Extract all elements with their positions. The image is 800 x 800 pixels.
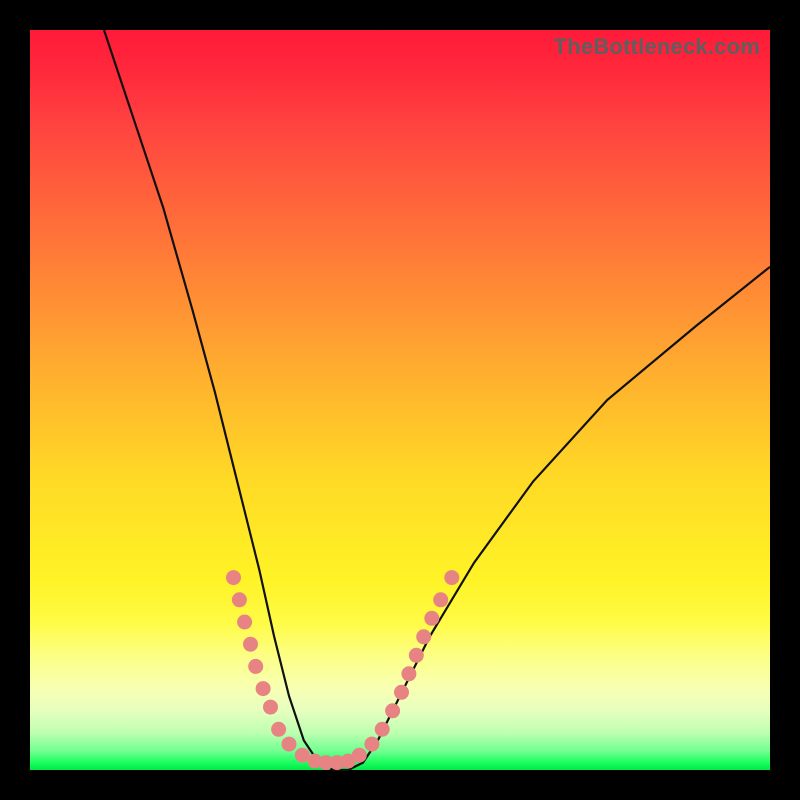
curve-dot [364,737,379,752]
curve-dot [401,666,416,681]
curve-dot [226,570,241,585]
curve-dot [243,637,258,652]
curve-dot [433,592,448,607]
curve-dot [282,737,297,752]
plot-area: TheBottleneck.com [30,30,770,770]
curve-dot [248,659,263,674]
curve-dot [416,629,431,644]
curve-dot [385,703,400,718]
curve-dot [352,748,367,763]
bottleneck-curve [104,30,770,770]
curve-dot [375,722,390,737]
curve-dot [256,681,271,696]
curve-dot [409,648,424,663]
chart-svg [30,30,770,770]
curve-dot [424,611,439,626]
curve-dot [271,722,286,737]
curve-dots [226,570,459,770]
curve-dot [232,592,247,607]
curve-dot [237,615,252,630]
curve-dot [394,685,409,700]
curve-dot [263,700,278,715]
curve-dot [444,570,459,585]
outer-frame: TheBottleneck.com [0,0,800,800]
